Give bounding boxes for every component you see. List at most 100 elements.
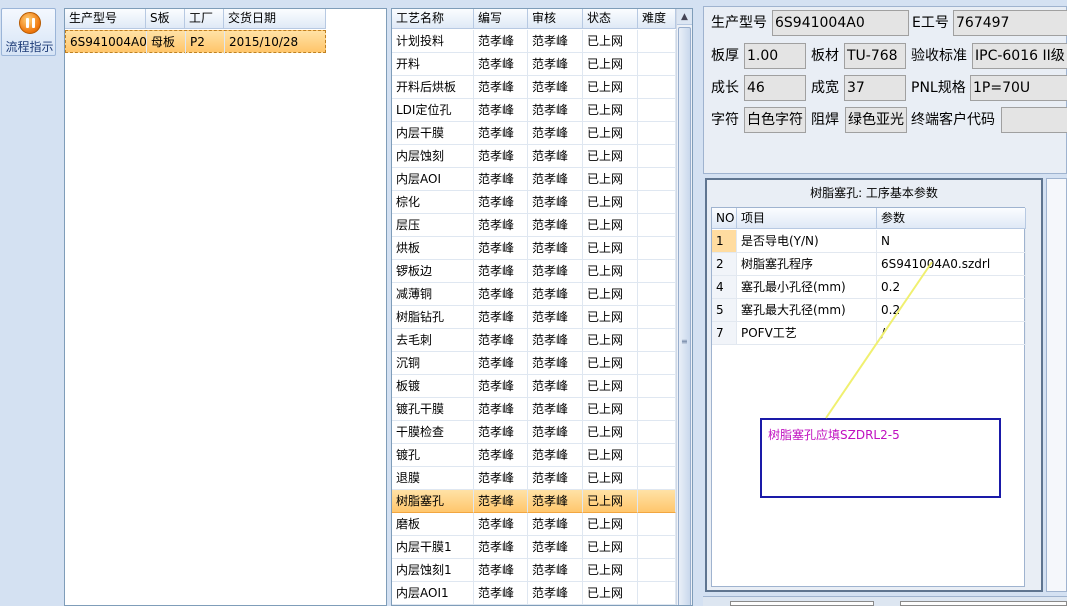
table-row[interactable]: 开料后烘板 范孝峰 范孝峰 已上网: [392, 76, 676, 99]
table-row[interactable]: 开料 范孝峰 范孝峰 已上网: [392, 53, 676, 76]
character-field[interactable]: 白色字符: [744, 107, 806, 133]
table-row[interactable]: 烘板 范孝峰 范孝峰 已上网: [392, 237, 676, 260]
e-number-field[interactable]: 767497: [953, 10, 1067, 36]
param-row[interactable]: 7 POFV工艺 /: [712, 322, 1026, 345]
param-row[interactable]: 2 树脂塞孔程序 6S941004A0.szdrl: [712, 253, 1026, 276]
cell-reviewer: 范孝峰: [528, 536, 583, 559]
column-header-factory[interactable]: 工厂: [185, 9, 224, 29]
model-label: 生产型号: [711, 15, 767, 31]
table-row[interactable]: 树脂钻孔 范孝峰 范孝峰 已上网: [392, 306, 676, 329]
cell-status: 已上网: [583, 398, 638, 421]
table-row[interactable]: 内层蚀刻1 范孝峰 范孝峰 已上网: [392, 559, 676, 582]
model-field[interactable]: 6S941004A0: [772, 10, 909, 36]
param-panel-title: 树脂塞孔: 工序基本参数: [810, 186, 938, 200]
cell-author: 范孝峰: [474, 536, 528, 559]
column-header-item[interactable]: 项目: [737, 208, 877, 229]
cell-difficulty: [638, 375, 676, 398]
cell-difficulty: [638, 30, 676, 53]
cell-author: 范孝峰: [474, 559, 528, 582]
e-number-label: E工号: [912, 15, 949, 31]
param-table: NO 项目 参数 1 是否导电(Y/N) N 2 树脂塞孔程序 6S941004A0.sz…: [711, 207, 1026, 587]
standard-field[interactable]: IPC-6016 II级: [972, 43, 1067, 69]
table-row[interactable]: 锣板边 范孝峰 范孝峰 已上网: [392, 260, 676, 283]
column-header-value[interactable]: 参数: [877, 208, 1026, 229]
solder-mask-field[interactable]: 绿色亚光: [845, 107, 907, 133]
column-header-status[interactable]: 状态: [583, 9, 638, 29]
cell-difficulty: [638, 513, 676, 536]
table-row[interactable]: 内层蚀刻 范孝峰 范孝峰 已上网: [392, 145, 676, 168]
cell-item: 塞孔最小孔径(mm): [737, 276, 877, 299]
scroll-thumb[interactable]: ≡: [678, 27, 691, 605]
standard-label: 验收标准: [911, 48, 967, 64]
table-row[interactable]: 磨板 范孝峰 范孝峰 已上网: [392, 513, 676, 536]
table-row[interactable]: LDI定位孔 范孝峰 范孝峰 已上网: [392, 99, 676, 122]
cell-author: 范孝峰: [474, 191, 528, 214]
cell-item: POFV工艺: [737, 322, 877, 345]
cell-item: 树脂塞孔程序: [737, 253, 877, 276]
cell-process-name: 树脂钻孔: [392, 306, 474, 329]
table-row[interactable]: 退膜 范孝峰 范孝峰 已上网: [392, 467, 676, 490]
length-field[interactable]: 46: [744, 75, 806, 101]
cell-no: 4: [712, 276, 737, 299]
cell-status: 已上网: [583, 444, 638, 467]
column-header-delivery-date[interactable]: 交货日期: [224, 9, 326, 29]
param-row[interactable]: 4 塞孔最小孔径(mm) 0.2: [712, 276, 1026, 299]
cell-author: 范孝峰: [474, 444, 528, 467]
cell-difficulty: [638, 191, 676, 214]
pnl-field[interactable]: 1P=70U: [970, 75, 1067, 101]
table-row[interactable]: 减薄铜 范孝峰 范孝峰 已上网: [392, 283, 676, 306]
material-field[interactable]: TU-768: [844, 43, 906, 69]
table-row[interactable]: 去毛刺 范孝峰 范孝峰 已上网: [392, 329, 676, 352]
cell-status: 已上网: [583, 467, 638, 490]
column-header-no[interactable]: NO: [712, 208, 737, 229]
table-row[interactable]: 计划投料 范孝峰 范孝峰 已上网: [392, 30, 676, 53]
table-row[interactable]: 层压 范孝峰 范孝峰 已上网: [392, 214, 676, 237]
character-label: 字符: [711, 112, 739, 128]
vertical-scrollbar[interactable]: ▲ ≡: [676, 9, 692, 605]
cell-item: 是否导电(Y/N): [737, 230, 877, 253]
cell-value: /: [877, 322, 1026, 345]
table-row[interactable]: 内层AOI 范孝峰 范孝峰 已上网: [392, 168, 676, 191]
column-header-process-name[interactable]: 工艺名称: [392, 9, 474, 29]
table-row[interactable]: 板镀 范孝峰 范孝峰 已上网: [392, 375, 676, 398]
cell-status: 已上网: [583, 53, 638, 76]
bottom-button-left[interactable]: [730, 601, 874, 606]
table-row[interactable]: 内层干膜 范孝峰 范孝峰 已上网: [392, 122, 676, 145]
cell-reviewer: 范孝峰: [528, 490, 583, 513]
table-row[interactable]: 干膜检查 范孝峰 范孝峰 已上网: [392, 421, 676, 444]
customer-code-field[interactable]: [1001, 107, 1067, 133]
thickness-field[interactable]: 1.00: [744, 43, 806, 69]
cell-difficulty: [638, 76, 676, 99]
table-row[interactable]: 内层干膜1 范孝峰 范孝峰 已上网: [392, 536, 676, 559]
cell-no: 7: [712, 322, 737, 345]
cell-reviewer: 范孝峰: [528, 168, 583, 191]
bottom-button-right[interactable]: [900, 601, 1067, 606]
cell-reviewer: 范孝峰: [528, 375, 583, 398]
table-row[interactable]: 内层AOI1 范孝峰 范孝峰 已上网: [392, 582, 676, 605]
width-field[interactable]: 37: [844, 75, 906, 101]
width-label: 成宽: [811, 80, 839, 96]
cell-reviewer: 范孝峰: [528, 444, 583, 467]
flow-indicator-button[interactable]: 流程指示: [1, 8, 56, 56]
table-row[interactable]: 镀孔干膜 范孝峰 范孝峰 已上网: [392, 398, 676, 421]
length-label: 成长: [711, 80, 739, 96]
column-header-difficulty[interactable]: 难度: [638, 9, 676, 29]
scroll-up-arrow-icon[interactable]: ▲: [677, 9, 692, 25]
column-header-s-board[interactable]: S板: [146, 9, 185, 29]
table-row[interactable]: 树脂塞孔 范孝峰 范孝峰 已上网: [392, 490, 676, 513]
column-header-author[interactable]: 编写: [474, 9, 528, 29]
param-row[interactable]: 1 是否导电(Y/N) N: [712, 230, 1026, 253]
table-row[interactable]: 沉铜 范孝峰 范孝峰 已上网: [392, 352, 676, 375]
cell-status: 已上网: [583, 352, 638, 375]
param-row[interactable]: 5 塞孔最大孔径(mm) 0.2: [712, 299, 1026, 322]
cell-reviewer: 范孝峰: [528, 329, 583, 352]
table-row[interactable]: 棕化 范孝峰 范孝峰 已上网: [392, 191, 676, 214]
table-row[interactable]: 镀孔 范孝峰 范孝峰 已上网: [392, 444, 676, 467]
table-row[interactable]: 6S941004A0 母板 P2 2015/10/28: [65, 30, 326, 54]
column-header-reviewer[interactable]: 审核: [528, 9, 583, 29]
material-label: 板材: [811, 48, 839, 64]
cell-process-name: 镀孔: [392, 444, 474, 467]
column-header-model[interactable]: 生产型号: [65, 9, 146, 29]
cell-reviewer: 范孝峰: [528, 559, 583, 582]
cell-difficulty: [638, 421, 676, 444]
